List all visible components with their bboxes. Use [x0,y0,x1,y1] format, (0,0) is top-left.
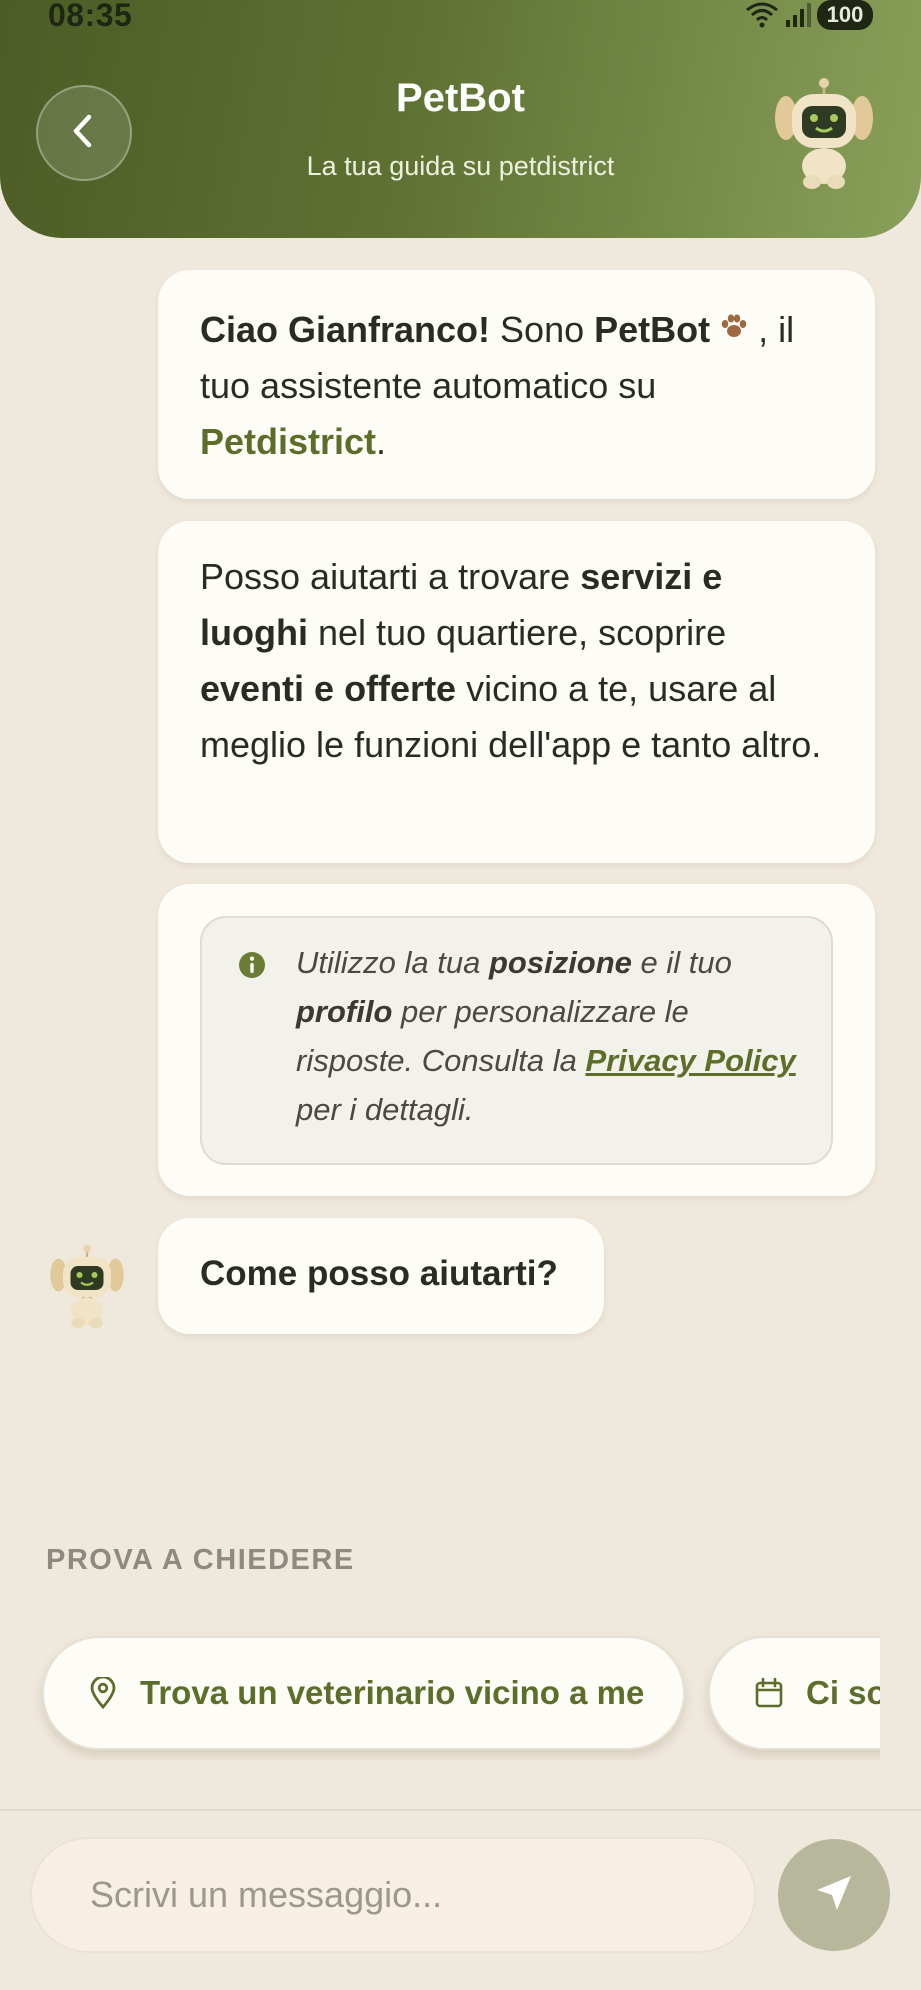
bot-message-capabilities: Posso aiutarti a trovare servizi e luogh… [158,521,875,863]
info-icon [238,951,266,979]
battery-indicator: 100 [817,0,873,30]
send-button[interactable] [778,1839,890,1951]
capabilities-text: Posso aiutarti a trovare servizi e luogh… [200,549,840,773]
suggestion-chip-label: Trova un veterinario vicino a me [140,1674,645,1711]
bot-message-greeting: Ciao Gianfranco! Sono PetBot , il tuo as… [158,270,875,499]
privacy-highlight: posizione [488,945,632,980]
question-text: Come posso aiutarti? [200,1254,558,1293]
greeting-bot-name: PetBot [594,309,711,350]
privacy-info-box: Utilizzo la tua posizione e il tuo profi… [200,916,833,1165]
send-icon [812,1871,856,1920]
capabilities-highlight: eventi e offerte [200,668,457,709]
greeting-hello: Ciao Gianfranco! [200,309,491,350]
composer-divider [0,1809,921,1811]
bot-message-privacy: Utilizzo la tua posizione e il tuo profi… [158,884,875,1196]
suggestion-chips[interactable]: Trova un veterinario vicino a me Ci sono… [0,1620,880,1760]
status-bar: 08:35 100 [0,0,921,33]
privacy-text: Utilizzo la tua posizione e il tuo profi… [296,938,806,1134]
robot-dog-avatar-icon [772,78,876,190]
greeting-intro: Sono [490,309,595,350]
privacy-part: per i dettagli. [296,1092,474,1127]
chat-screen: 08:35 100 PetBot La tua guida su petdist… [0,0,921,1990]
greeting-end: . [376,421,387,462]
privacy-part: Utilizzo la tua [296,945,489,980]
wifi-icon [745,1,779,29]
brand-name: Petdistrict [200,421,377,462]
suggestion-chip-vet[interactable]: Trova un veterinario vicino a me [42,1636,685,1750]
message-input-container[interactable] [30,1837,756,1953]
status-time: 08:35 [48,0,133,33]
suggestion-chip-label: Ci sono eventi [806,1674,880,1711]
suggestion-chip-events[interactable]: Ci sono eventi [708,1636,880,1750]
status-icons: 100 [745,0,873,30]
privacy-part: e il tuo [631,945,732,980]
privacy-highlight: profilo [296,994,393,1029]
robot-dog-avatar-icon [48,1244,126,1330]
message-input[interactable] [32,1839,754,1951]
paw-icon [720,298,748,354]
capabilities-part: Posso aiutarti a trovare [200,556,581,597]
privacy-policy-link[interactable]: Privacy Policy [585,1043,795,1078]
greeting-text: Ciao Gianfranco! Sono PetBot , il tuo as… [200,298,840,470]
location-pin-icon [88,1677,118,1709]
bot-message-question: Come posso aiutarti? [158,1218,604,1334]
signal-icon [785,2,811,28]
suggestions-label: PROVA A CHIEDERE [46,1544,355,1576]
capabilities-part: nel tuo quartiere, scoprire [307,612,727,653]
greeting-after-paw: , [748,309,769,350]
header: 08:35 100 PetBot La tua guida su petdist… [0,0,921,238]
calendar-icon [754,1677,784,1709]
